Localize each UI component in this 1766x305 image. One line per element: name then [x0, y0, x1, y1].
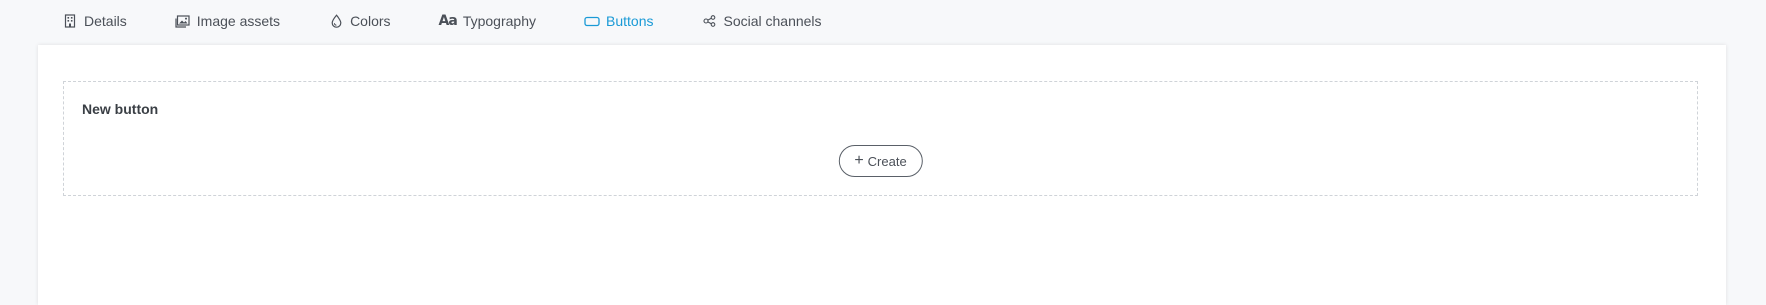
new-button-section: New button + Create	[63, 81, 1698, 196]
plus-icon: +	[854, 152, 864, 169]
tab-label: Image assets	[196, 13, 281, 29]
tab-details[interactable]: Details	[38, 0, 151, 42]
tab-label: Buttons	[606, 13, 654, 29]
drop-icon	[328, 13, 344, 29]
create-button-label: Create	[867, 153, 907, 169]
tab-label: Typography	[462, 13, 536, 29]
tab-label: Details	[84, 13, 127, 29]
share-icon	[701, 13, 717, 29]
create-button[interactable]: + Create	[838, 145, 923, 177]
tab-label: Social channels	[723, 13, 822, 29]
tab-bar: Details Image assets Colors Aa Typograph…	[38, 0, 846, 47]
tab-social-channels[interactable]: Social channels	[677, 0, 845, 42]
tab-image-assets[interactable]: Image assets	[151, 0, 304, 42]
tab-label: Colors	[350, 13, 391, 29]
building-icon	[62, 13, 78, 29]
section-title: New button	[82, 101, 159, 117]
image-icon	[175, 13, 191, 29]
typography-icon: Aa	[438, 13, 458, 29]
tab-buttons[interactable]: Buttons	[560, 0, 678, 47]
content-panel: New button + Create	[38, 45, 1726, 305]
tab-colors[interactable]: Colors	[304, 0, 414, 42]
button-icon	[584, 13, 600, 29]
tab-typography[interactable]: Aa Typography	[415, 0, 560, 42]
